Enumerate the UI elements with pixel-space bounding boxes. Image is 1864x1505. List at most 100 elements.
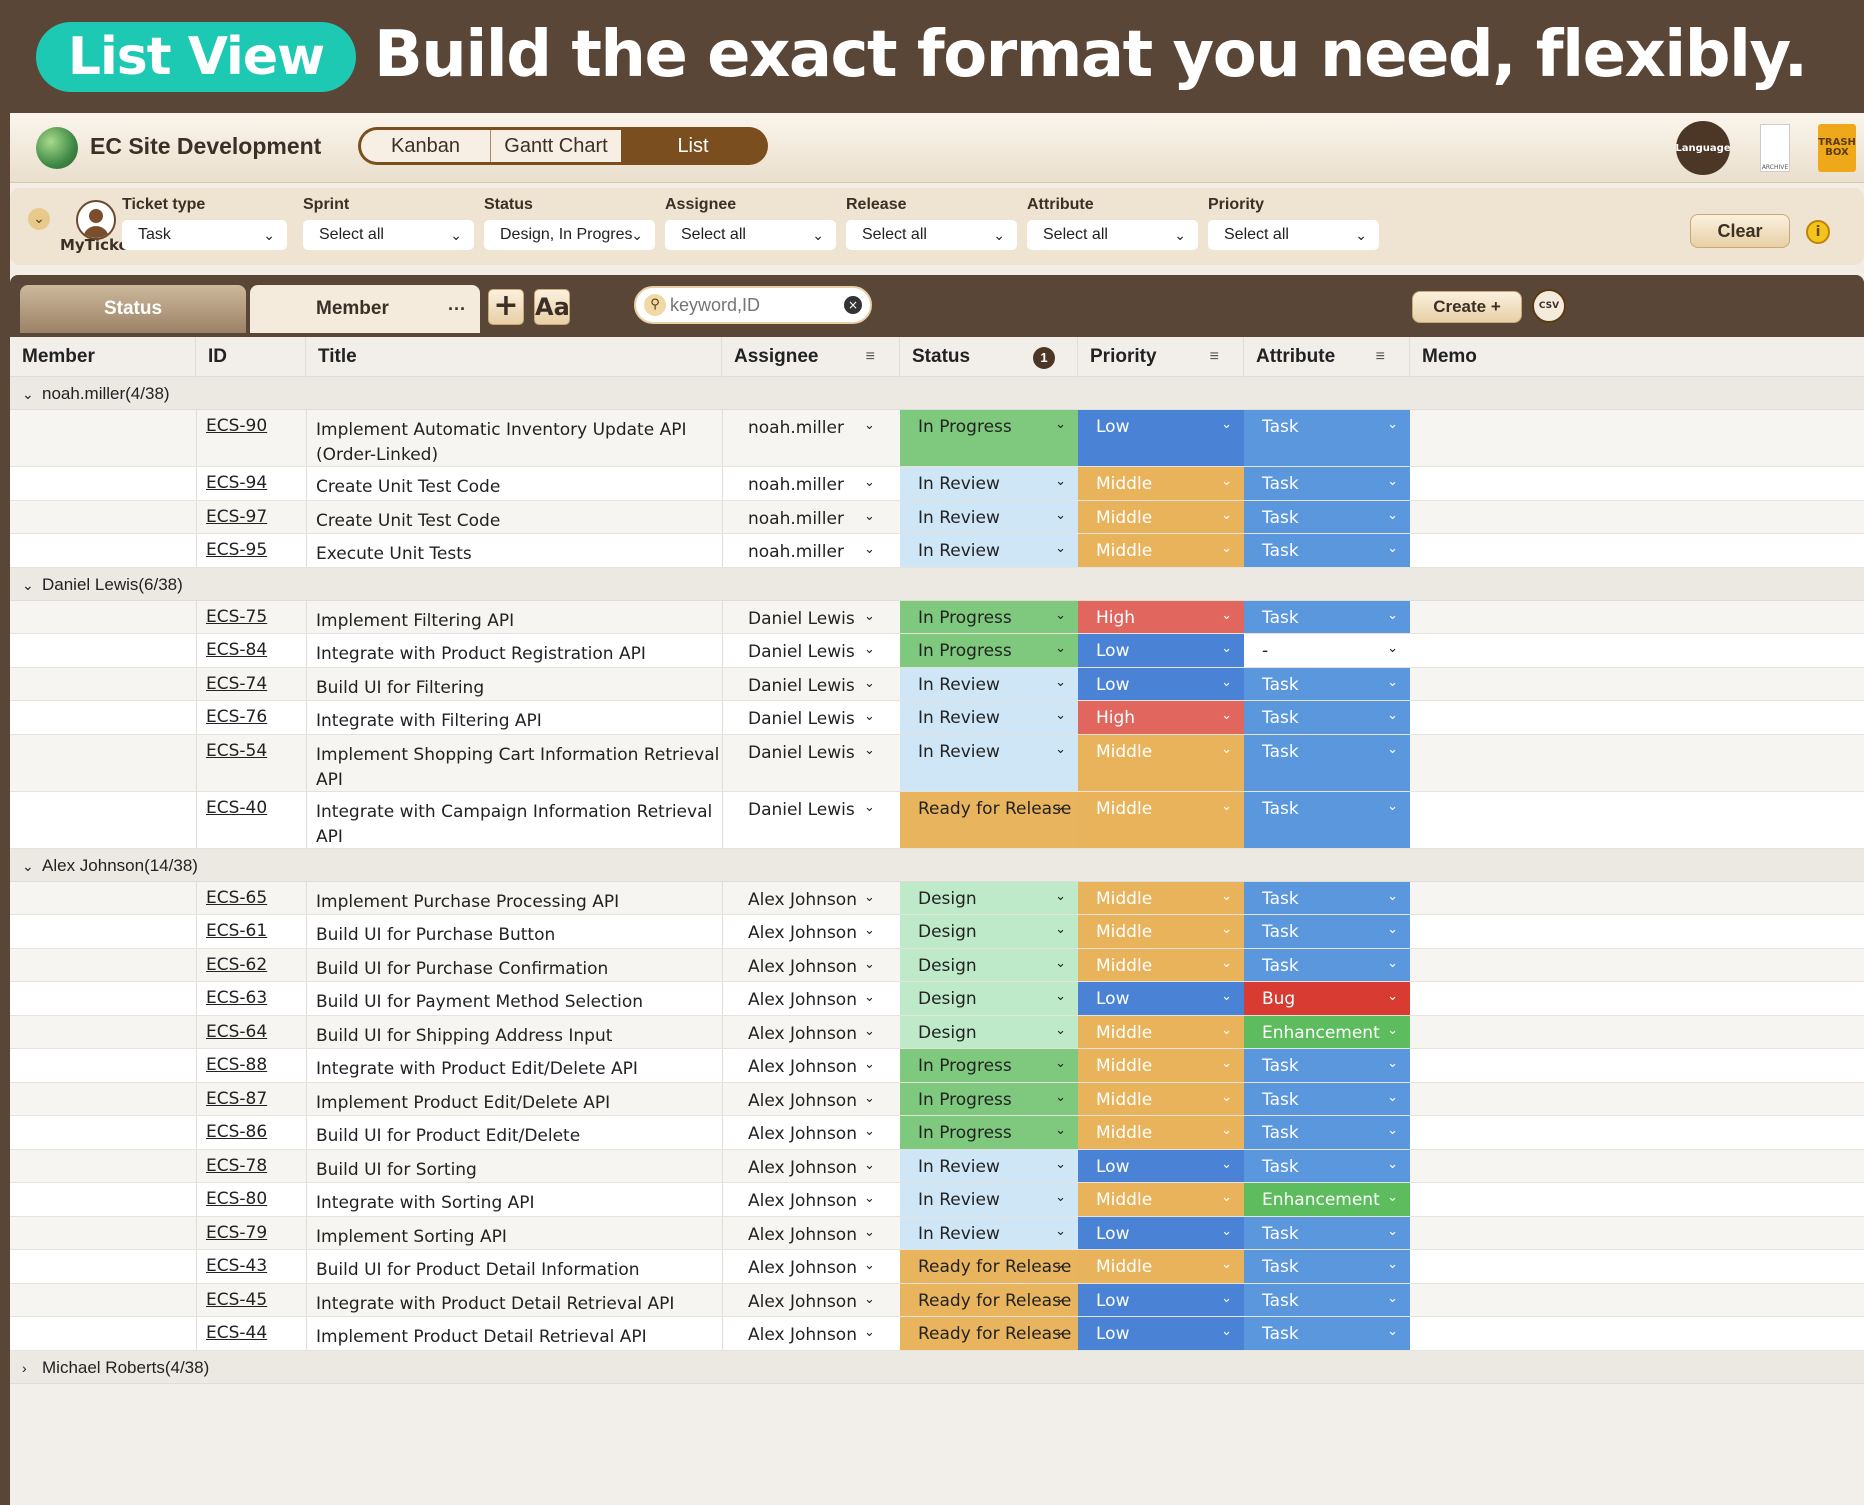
group-header[interactable]: ⌄ Alex Johnson(14/38) bbox=[10, 848, 1864, 883]
ticket-id-link[interactable]: ECS-64 bbox=[206, 1016, 306, 1049]
ticket-id-link[interactable]: ECS-63 bbox=[206, 982, 306, 1015]
group-tab-status[interactable]: Status bbox=[20, 285, 246, 333]
priority-select[interactable]: Middle ⌄ bbox=[1078, 467, 1244, 500]
attribute-select[interactable]: - ⌄ bbox=[1244, 634, 1410, 667]
table-row[interactable]: ECS-95 Execute Unit Tests noah.miller ⌄ In R… bbox=[10, 534, 1864, 568]
priority-select[interactable]: Middle ⌄ bbox=[1078, 1250, 1244, 1283]
col-status[interactable]: Status 1 bbox=[900, 337, 1078, 377]
status-select[interactable]: In Progress ⌄ bbox=[900, 600, 1078, 633]
ticket-id-link[interactable]: ECS-75 bbox=[206, 601, 306, 634]
attribute-select[interactable]: Task ⌄ bbox=[1244, 1317, 1410, 1350]
priority-select[interactable]: Middle ⌄ bbox=[1078, 1082, 1244, 1115]
table-row[interactable]: ECS-76 Integrate with Filtering API Daniel… bbox=[10, 701, 1864, 735]
status-select[interactable]: Design ⌄ bbox=[900, 982, 1078, 1015]
ticket-id-link[interactable]: ECS-78 bbox=[206, 1150, 306, 1183]
priority-select[interactable]: Low ⌄ bbox=[1078, 1317, 1244, 1350]
chevron-down-icon[interactable]: ⌄ bbox=[864, 1250, 884, 1283]
ticket-id-link[interactable]: ECS-87 bbox=[206, 1083, 306, 1116]
chevron-down-icon[interactable]: ⌄ bbox=[864, 601, 884, 634]
chevron-down-icon[interactable]: ⌄ bbox=[864, 982, 884, 1015]
table-row[interactable]: ECS-97 Create Unit Test Code noah.miller ⌄ I… bbox=[10, 500, 1864, 534]
chevron-down-icon[interactable]: ⌄ bbox=[22, 850, 42, 883]
table-row[interactable]: ECS-79 Implement Sorting API Alex Johnson ⌄… bbox=[10, 1216, 1864, 1250]
ticket-title[interactable]: Implement Product Edit/Delete API bbox=[316, 1083, 726, 1116]
trash-box-icon[interactable]: TRASH BOX bbox=[1810, 121, 1864, 175]
col-memo[interactable]: Memo bbox=[1410, 337, 1864, 377]
chevron-down-icon[interactable]: ⌄ bbox=[864, 1284, 884, 1317]
ticket-title[interactable]: Build UI for Sorting bbox=[316, 1150, 726, 1183]
ticket-id-link[interactable]: ECS-97 bbox=[206, 501, 306, 534]
ticket-id-link[interactable]: ECS-61 bbox=[206, 915, 306, 948]
table-row[interactable]: ECS-78 Build UI for Sorting Alex Johnson ⌄ I… bbox=[10, 1149, 1864, 1183]
priority-select[interactable]: Middle ⌄ bbox=[1078, 500, 1244, 533]
group-header[interactable]: › Michael Roberts(4/38) bbox=[10, 1350, 1864, 1384]
ticket-title[interactable]: Integrate with Product Edit/Delete API bbox=[316, 1049, 726, 1082]
create-ticket-button[interactable]: Create + bbox=[1412, 291, 1522, 323]
priority-select[interactable]: Middle ⌄ bbox=[1078, 791, 1244, 848]
priority-select[interactable]: Middle ⌄ bbox=[1078, 915, 1244, 948]
table-row[interactable]: ECS-44 Implement Product Detail Retrieval… bbox=[10, 1317, 1864, 1351]
attribute-select[interactable]: Task ⌄ bbox=[1244, 948, 1410, 981]
ticket-id-link[interactable]: ECS-65 bbox=[206, 882, 306, 915]
ticket-id-link[interactable]: ECS-40 bbox=[206, 792, 306, 848]
priority-select[interactable]: Low ⌄ bbox=[1078, 1283, 1244, 1316]
table-row[interactable]: ECS-94 Create Unit Test Code noah.miller ⌄ I… bbox=[10, 467, 1864, 501]
chevron-down-icon[interactable]: ⌄ bbox=[864, 668, 884, 701]
status-select[interactable]: In Progress ⌄ bbox=[900, 1082, 1078, 1115]
filter-select[interactable]: Select all ⌄ bbox=[846, 220, 1017, 250]
status-select[interactable]: Design ⌄ bbox=[900, 1015, 1078, 1048]
status-select[interactable]: In Review ⌄ bbox=[900, 734, 1078, 791]
ticket-title[interactable]: Implement Shopping Cart Information Retr… bbox=[316, 735, 726, 791]
status-select[interactable]: Ready for Release ⌄ bbox=[900, 1317, 1078, 1350]
attribute-select[interactable]: Task ⌄ bbox=[1244, 701, 1410, 734]
status-select[interactable]: Design ⌄ bbox=[900, 881, 1078, 914]
filter-select[interactable]: Select all ⌄ bbox=[303, 220, 474, 250]
table-row[interactable]: ECS-90 Implement Automatic Inventory Upda… bbox=[10, 410, 1864, 467]
ticket-id-link[interactable]: ECS-94 bbox=[206, 467, 306, 500]
chevron-down-icon[interactable]: ⌄ bbox=[864, 501, 884, 534]
ticket-id-link[interactable]: ECS-80 bbox=[206, 1183, 306, 1216]
priority-select[interactable]: Middle ⌄ bbox=[1078, 534, 1244, 567]
attribute-select[interactable]: Task ⌄ bbox=[1244, 915, 1410, 948]
ticket-title[interactable]: Implement Automatic Inventory Update API… bbox=[316, 410, 726, 466]
status-select[interactable]: Ready for Release ⌄ bbox=[900, 1283, 1078, 1316]
filter-icon[interactable]: ≡ bbox=[1376, 337, 1385, 377]
ticket-id-link[interactable]: ECS-54 bbox=[206, 735, 306, 791]
attribute-select[interactable]: Task ⌄ bbox=[1244, 1216, 1410, 1249]
table-row[interactable]: ECS-88 Integrate with Product Edit/Delete… bbox=[10, 1049, 1864, 1083]
chevron-down-icon[interactable]: ⌄ bbox=[864, 735, 884, 791]
attribute-select[interactable]: Task ⌄ bbox=[1244, 1283, 1410, 1316]
ticket-title[interactable]: Build UI for Purchase Confirmation bbox=[316, 949, 726, 982]
attribute-select[interactable]: Task ⌄ bbox=[1244, 500, 1410, 533]
ticket-id-link[interactable]: ECS-74 bbox=[206, 668, 306, 701]
ticket-title[interactable]: Build UI for Purchase Button bbox=[316, 915, 726, 948]
attribute-select[interactable]: Task ⌄ bbox=[1244, 734, 1410, 791]
ticket-title[interactable]: Execute Unit Tests bbox=[316, 534, 726, 567]
status-select[interactable]: In Review ⌄ bbox=[900, 1183, 1078, 1216]
tab-list[interactable]: List bbox=[621, 130, 765, 162]
ticket-title[interactable]: Integrate with Filtering API bbox=[316, 701, 726, 734]
priority-select[interactable]: Low ⌄ bbox=[1078, 410, 1244, 466]
col-assignee[interactable]: Assignee ≡ bbox=[722, 337, 900, 377]
attribute-select[interactable]: Task ⌄ bbox=[1244, 1250, 1410, 1283]
priority-select[interactable]: Low ⌄ bbox=[1078, 667, 1244, 700]
tab-kanban[interactable]: Kanban bbox=[361, 130, 491, 162]
ticket-title[interactable]: Build UI for Filtering bbox=[316, 668, 726, 701]
table-row[interactable]: ECS-65 Implement Purchase Processing API A… bbox=[10, 881, 1864, 915]
table-row[interactable]: ECS-63 Build UI for Payment Method Select… bbox=[10, 982, 1864, 1016]
priority-select[interactable]: Low ⌄ bbox=[1078, 1149, 1244, 1182]
status-select[interactable]: In Review ⌄ bbox=[900, 1149, 1078, 1182]
ticket-title[interactable]: Integrate with Sorting API bbox=[316, 1183, 726, 1216]
ticket-id-link[interactable]: ECS-62 bbox=[206, 949, 306, 982]
chevron-down-icon[interactable]: ⌄ bbox=[864, 1217, 884, 1250]
ticket-id-link[interactable]: ECS-86 bbox=[206, 1116, 306, 1149]
attribute-select[interactable]: Enhancement ⌄ bbox=[1244, 1015, 1410, 1048]
col-attribute[interactable]: Attribute ≡ bbox=[1244, 337, 1410, 377]
group-header[interactable]: ⌄ noah.miller(4/38) bbox=[10, 377, 1864, 410]
col-member[interactable]: Member bbox=[10, 337, 196, 377]
chevron-down-icon[interactable]: ⌄ bbox=[28, 208, 50, 230]
table-row[interactable]: ECS-61 Build UI for Purchase Button Alex J… bbox=[10, 915, 1864, 949]
filter-select[interactable]: Select all ⌄ bbox=[1208, 220, 1379, 250]
table-row[interactable]: ECS-74 Build UI for Filtering Daniel Lewis… bbox=[10, 667, 1864, 701]
csv-export-icon[interactable]: CSV bbox=[1532, 289, 1566, 323]
